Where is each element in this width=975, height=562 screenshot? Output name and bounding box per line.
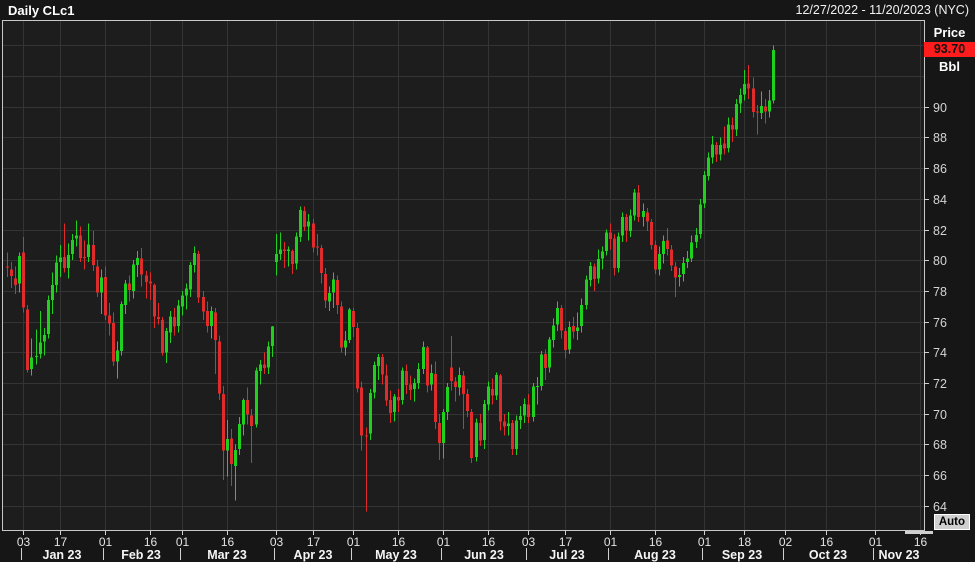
svg-text:Apr 23: Apr 23 <box>294 548 333 562</box>
candlestick-chart[interactable]: 64 66 68 70 72 74 76 78 80 82 84 86 88 90 03 17 01 16 01 16… <box>0 0 975 562</box>
svg-text:17: 17 <box>54 535 68 549</box>
candle <box>120 301 123 356</box>
svg-text:70: 70 <box>933 408 947 422</box>
candle <box>470 409 473 463</box>
candle <box>312 218 315 253</box>
svg-text:16: 16 <box>914 535 928 549</box>
svg-text:68: 68 <box>933 438 947 452</box>
chart-title: Daily CLc1 <box>8 3 75 18</box>
y-axis[interactable]: 64 66 68 70 72 74 76 78 80 82 84 86 88 90 <box>924 101 947 514</box>
svg-text:Sep 23: Sep 23 <box>722 548 762 562</box>
svg-text:64: 64 <box>933 500 947 514</box>
date-range-label: 12/27/2022 - 11/20/2023 (NYC) <box>795 3 970 17</box>
candle <box>255 367 258 428</box>
candle <box>348 307 351 344</box>
svg-text:Nov 23: Nov 23 <box>879 548 920 562</box>
candle <box>356 323 359 393</box>
svg-text:Jan 23: Jan 23 <box>43 548 82 562</box>
candle <box>197 251 200 304</box>
candle <box>369 389 372 440</box>
svg-text:03: 03 <box>17 535 31 549</box>
svg-text:03: 03 <box>270 535 284 549</box>
chart-window: 64 66 68 70 72 74 76 78 80 82 84 86 88 90 03 17 01 16 01 16… <box>0 0 975 562</box>
svg-text:80: 80 <box>933 254 947 268</box>
svg-text:16: 16 <box>144 535 158 549</box>
candle <box>654 240 657 275</box>
svg-text:16: 16 <box>221 535 235 549</box>
candle <box>161 317 164 356</box>
candle <box>772 45 775 104</box>
svg-text:01: 01 <box>347 535 361 549</box>
svg-text:82: 82 <box>933 224 947 238</box>
svg-text:84: 84 <box>933 193 947 207</box>
candle <box>218 335 221 400</box>
candle <box>585 275 588 310</box>
svg-text:01: 01 <box>176 535 190 549</box>
svg-text:01: 01 <box>698 535 712 549</box>
svg-text:16: 16 <box>820 535 834 549</box>
svg-text:17: 17 <box>307 535 321 549</box>
candle <box>532 383 535 422</box>
svg-text:74: 74 <box>933 346 947 360</box>
candle <box>426 346 429 393</box>
auto-scale-button[interactable]: Auto <box>933 514 970 530</box>
candle <box>633 188 636 221</box>
svg-text:03: 03 <box>522 535 536 549</box>
unit-caption: Bbl <box>939 59 960 74</box>
svg-text:Oct 23: Oct 23 <box>809 548 847 562</box>
svg-text:86: 86 <box>933 162 947 176</box>
svg-text:88: 88 <box>933 131 947 145</box>
svg-text:May 23: May 23 <box>375 548 417 562</box>
candle <box>703 171 706 209</box>
svg-text:01: 01 <box>604 535 618 549</box>
svg-text:01: 01 <box>99 535 113 549</box>
candle <box>401 367 404 405</box>
candle <box>475 418 478 462</box>
x-axis[interactable]: 03 17 01 16 01 16 03 17 01 16 01 16 03 17 01 16 01 18 02 16… <box>17 531 928 562</box>
candle <box>299 206 302 242</box>
svg-text:16: 16 <box>392 535 406 549</box>
svg-text:90: 90 <box>933 101 947 115</box>
candle <box>699 198 702 239</box>
svg-text:76: 76 <box>933 316 947 330</box>
price-axis-caption: Price <box>933 25 966 40</box>
candle <box>340 301 343 353</box>
svg-text:02: 02 <box>779 535 793 549</box>
svg-text:66: 66 <box>933 469 947 483</box>
svg-text:78: 78 <box>933 285 947 299</box>
svg-text:Jul 23: Jul 23 <box>549 548 584 562</box>
candle <box>26 304 29 373</box>
axis-corner-bar <box>905 531 933 534</box>
svg-text:18: 18 <box>738 535 752 549</box>
candle <box>650 218 653 250</box>
svg-text:01: 01 <box>869 535 883 549</box>
svg-text:Jun 23: Jun 23 <box>464 548 504 562</box>
svg-text:Feb 23: Feb 23 <box>121 548 161 562</box>
svg-text:17: 17 <box>559 535 573 549</box>
candle <box>47 295 50 339</box>
svg-text:72: 72 <box>933 377 947 391</box>
svg-text:16: 16 <box>482 535 496 549</box>
candle <box>548 336 551 373</box>
svg-text:Mar 23: Mar 23 <box>207 548 247 562</box>
candle <box>540 350 543 391</box>
svg-text:Aug 23: Aug 23 <box>634 548 676 562</box>
svg-text:16: 16 <box>649 535 663 549</box>
svg-text:01: 01 <box>437 535 451 549</box>
last-price-badge: 93.70 <box>924 42 975 57</box>
candle <box>617 232 620 273</box>
